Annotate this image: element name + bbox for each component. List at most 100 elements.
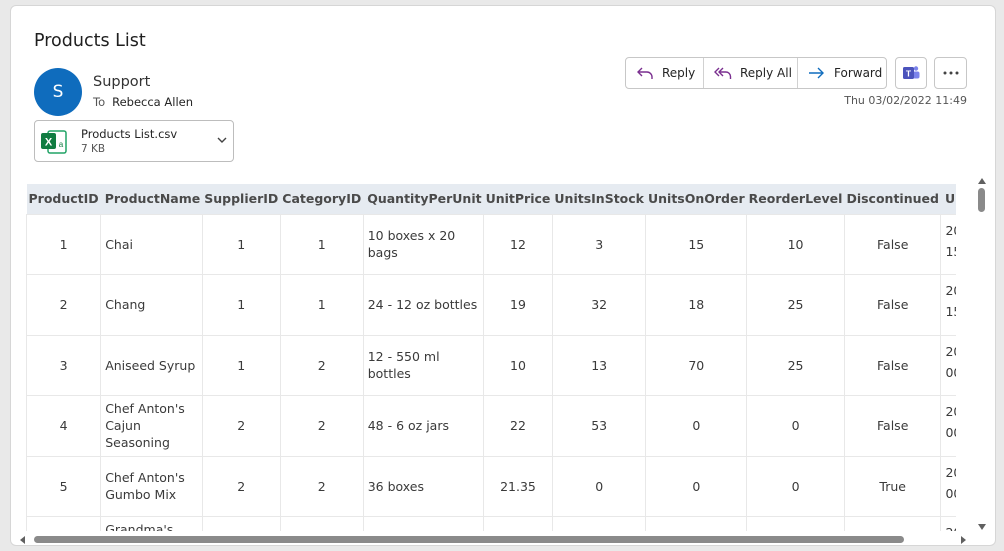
vertical-scrollbar[interactable]	[975, 174, 989, 534]
reply-all-icon	[714, 67, 732, 79]
table-cell: 2	[26, 274, 102, 336]
table-cell: 1	[26, 213, 102, 275]
scroll-right-arrow-icon[interactable]	[959, 534, 969, 546]
table-cell	[746, 516, 845, 531]
table-cell	[26, 516, 102, 531]
table-cell: 70	[645, 334, 748, 396]
reply-button[interactable]: Reply	[626, 58, 703, 88]
attachment-file-size: 7 KB	[81, 143, 106, 155]
table-cell: 5	[26, 455, 102, 517]
table-cell	[551, 516, 647, 531]
column-header: UnitPrice	[483, 184, 553, 214]
table-cell: 20	[940, 516, 956, 531]
to-label: To	[93, 95, 106, 109]
teams-icon: T	[903, 66, 920, 79]
table-cell: Grandma's	[100, 516, 203, 531]
table-cell: 0	[645, 395, 748, 457]
table-cell: Chef Anton's Cajun Seasoning	[100, 395, 203, 457]
table-cell: 2	[279, 455, 364, 517]
table-cell: True	[843, 455, 942, 517]
table-cell: False	[843, 334, 942, 396]
table-cell: 12	[483, 213, 553, 275]
table-cell: False	[843, 395, 942, 457]
sender-avatar[interactable]: S	[34, 68, 82, 116]
excel-icon: X a	[41, 130, 67, 154]
sender-name[interactable]: Support	[93, 74, 150, 90]
recipient-name[interactable]: Rebecca Allen	[112, 95, 193, 109]
column-header: UnitsOnOrder	[645, 184, 747, 214]
table-cell: 20 15	[940, 274, 956, 336]
table-cell: 18	[645, 274, 748, 336]
column-header: CategoryID	[280, 184, 364, 214]
table-cell: 1	[201, 334, 281, 396]
table-cell: 1	[201, 274, 281, 336]
table-cell: 2	[279, 395, 364, 457]
column-header: ProductName	[100, 184, 203, 214]
more-actions-button[interactable]	[934, 57, 967, 89]
avatar-initial: S	[52, 82, 64, 102]
chevron-down-icon[interactable]	[215, 133, 229, 147]
table-cell: 20 00	[940, 334, 956, 396]
email-reading-pane: Products List S Support To Rebecca Allen …	[10, 5, 996, 546]
message-actions: Reply Reply All Forward	[625, 57, 887, 89]
column-header: ProductID	[26, 184, 101, 214]
table-cell: 2	[201, 395, 281, 457]
table-row: 2 Chang 1 1 24 - 12 oz bottles 19 32 18 …	[26, 274, 956, 336]
table-cell: 21.35	[483, 455, 553, 517]
table-cell: 53	[551, 395, 647, 457]
table-cell: Chai	[100, 213, 203, 275]
products-table-container: ProductID ProductName SupplierID Categor…	[26, 184, 956, 531]
table-row: 1 Chai 1 1 10 boxes x 20 bags 12 3 15 10…	[26, 213, 956, 275]
forward-arrow-icon	[809, 67, 824, 79]
reply-all-button[interactable]: Reply All	[703, 58, 797, 88]
table-cell: 25	[746, 274, 845, 336]
teams-button[interactable]: T	[895, 57, 927, 89]
table-cell: 0	[746, 455, 845, 517]
reply-icon	[637, 67, 653, 79]
forward-label: Forward	[834, 66, 883, 80]
table-cell: 20 00	[940, 395, 956, 457]
table-cell: 12 - 550 ml bottles	[362, 334, 485, 396]
scroll-left-arrow-icon[interactable]	[17, 534, 27, 546]
table-cell: 25	[746, 334, 845, 396]
table-cell: 36 boxes	[362, 455, 485, 517]
table-cell: 22	[483, 395, 553, 457]
table-cell: 48 - 6 oz jars	[362, 395, 485, 457]
table-cell	[362, 516, 485, 531]
recipient-line: To Rebecca Allen	[93, 95, 193, 109]
table-cell: 10	[746, 213, 845, 275]
table-cell: 2	[279, 334, 364, 396]
attachment-card[interactable]: X a Products List.csv 7 KB	[34, 120, 234, 162]
column-header: QuantityPerUnit	[363, 184, 484, 214]
table-cell: Chef Anton's Gumbo Mix	[100, 455, 203, 517]
column-header: SupplierID	[202, 184, 281, 214]
table-cell: 0	[551, 455, 647, 517]
table-header-row: ProductID ProductName SupplierID Categor…	[26, 184, 956, 214]
table-cell	[201, 516, 281, 531]
table-cell: 3	[26, 334, 102, 396]
products-table: ProductID ProductName SupplierID Categor…	[26, 184, 956, 531]
table-cell: False	[843, 213, 942, 275]
attachment-file-name: Products List.csv	[81, 127, 178, 141]
column-header: UnitsInStock	[552, 184, 646, 214]
table-cell: 32	[551, 274, 647, 336]
table-cell: Aniseed Syrup	[100, 334, 203, 396]
svg-text:a: a	[59, 140, 64, 149]
table-cell	[483, 516, 553, 531]
table-cell: 1	[279, 274, 364, 336]
table-cell: 10	[483, 334, 553, 396]
svg-text:T: T	[906, 69, 912, 79]
table-cell: 24 - 12 oz bottles	[362, 274, 485, 336]
email-subject: Products List	[34, 31, 146, 51]
svg-text:X: X	[45, 137, 53, 149]
table-row: Grandma's 20	[26, 516, 956, 531]
received-date: Thu 03/02/2022 11:49	[844, 94, 967, 107]
table-cell: 10 boxes x 20 bags	[362, 213, 485, 275]
forward-button[interactable]: Forward	[797, 58, 886, 88]
table-cell: 0	[645, 455, 748, 517]
reply-label: Reply	[662, 66, 696, 80]
vertical-scroll-thumb[interactable]	[978, 188, 985, 212]
table-cell: 1	[201, 213, 281, 275]
table-cell: 15	[645, 213, 748, 275]
horizontal-scroll-thumb[interactable]	[34, 536, 904, 543]
